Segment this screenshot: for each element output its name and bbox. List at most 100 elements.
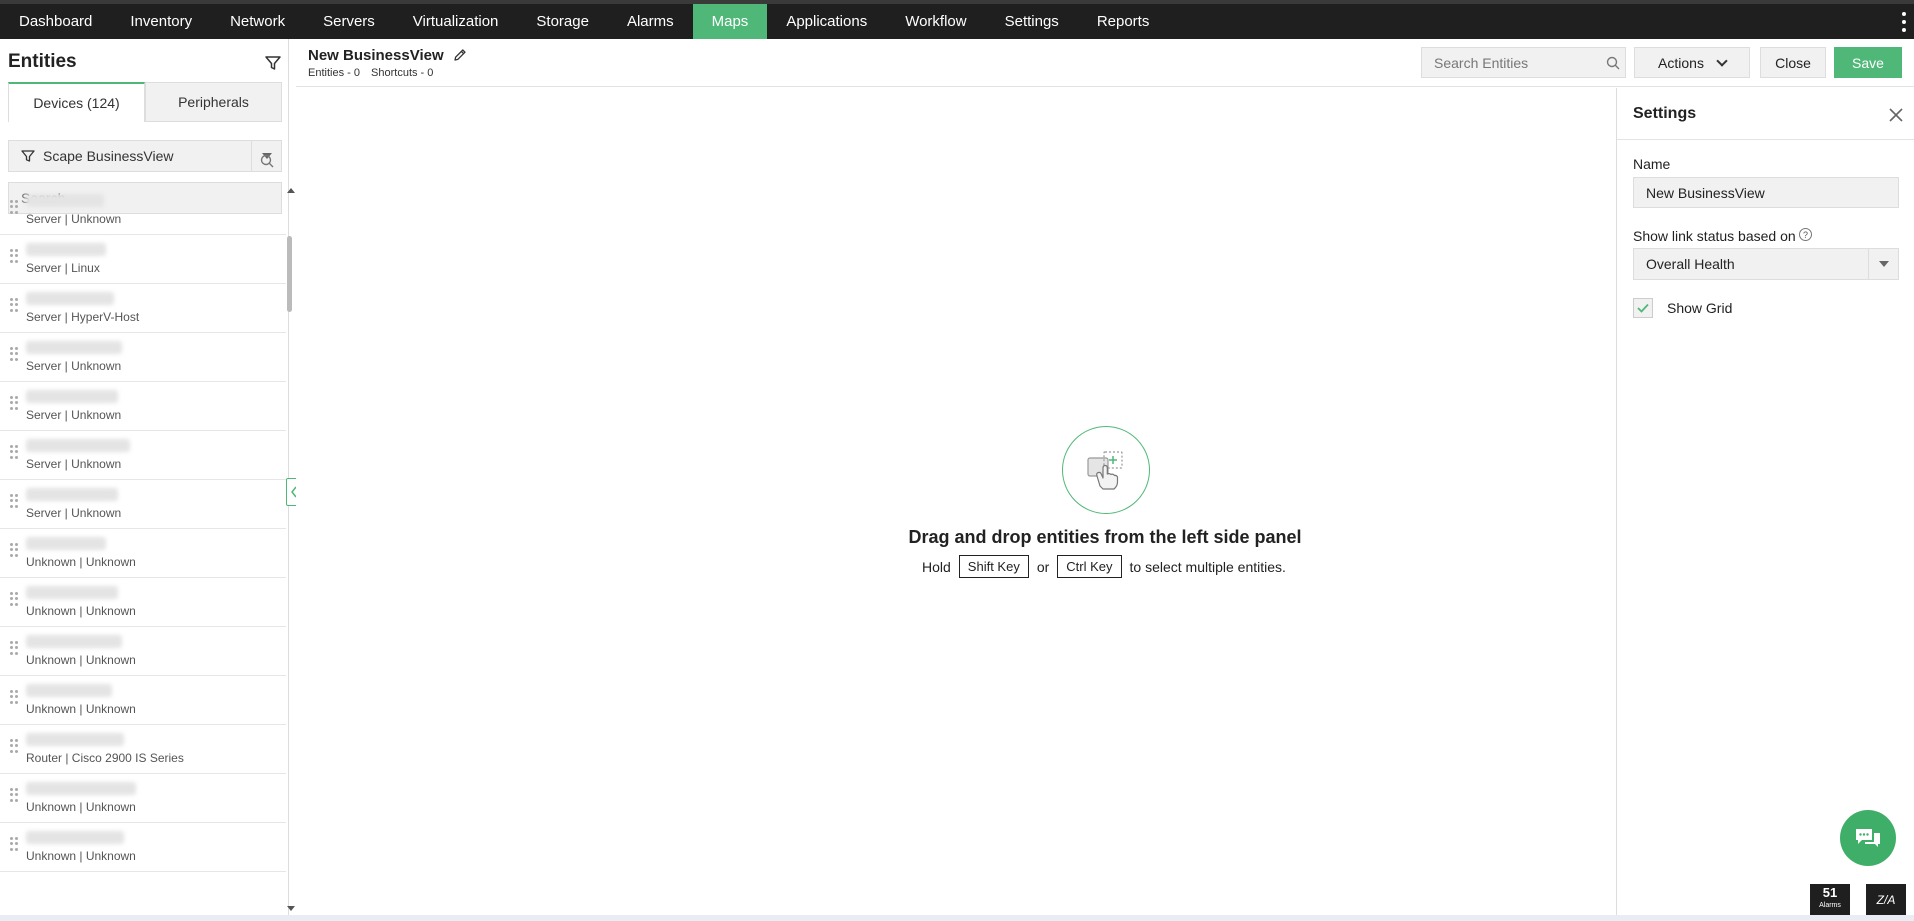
search-icon[interactable] — [260, 154, 274, 168]
entity-list-item[interactable]: Server | Unknown — [0, 431, 286, 480]
hint-tail: to select multiple entities. — [1129, 558, 1286, 575]
filter-icon — [21, 150, 35, 162]
entity-list-item[interactable]: Unknown | Unknown — [0, 774, 286, 823]
tab-peripherals[interactable]: Peripherals — [145, 82, 282, 122]
edit-icon[interactable] — [452, 47, 468, 63]
drag-handle-icon[interactable] — [10, 739, 18, 753]
drag-handle-icon[interactable] — [10, 641, 18, 655]
bottom-bar — [0, 915, 1914, 921]
businessview-header: New BusinessView Entities - 0 Shortcuts … — [296, 39, 1914, 87]
search-entities-input[interactable] — [1421, 47, 1626, 78]
scroll-down-icon[interactable] — [287, 906, 295, 911]
entity-list-item[interactable]: Unknown | Unknown — [0, 529, 286, 578]
name-label: Name — [1633, 156, 1671, 172]
drag-handle-icon[interactable] — [10, 249, 18, 263]
entity-name-redacted — [26, 586, 118, 599]
drag-handle-icon[interactable] — [10, 347, 18, 361]
nav-item-inventory[interactable]: Inventory — [111, 4, 211, 39]
close-icon[interactable] — [1887, 106, 1905, 124]
entity-name-redacted — [26, 733, 124, 746]
entity-list-item[interactable]: Server | HyperV-Host — [0, 284, 286, 333]
nav-item-alarms[interactable]: Alarms — [608, 4, 693, 39]
drag-handle-icon[interactable] — [10, 494, 18, 508]
businessview-name-input[interactable] — [1633, 177, 1899, 208]
settings-title: Settings — [1633, 105, 1697, 122]
entity-type-label: Server | Unknown — [26, 408, 122, 422]
chat-button[interactable] — [1840, 810, 1896, 866]
alarms-badge[interactable]: 51 Alarms — [1810, 884, 1850, 916]
nav-item-applications[interactable]: Applications — [767, 4, 886, 39]
hint-hold: Hold — [922, 558, 951, 575]
nav-item-reports[interactable]: Reports — [1078, 4, 1169, 39]
nav-item-storage[interactable]: Storage — [517, 4, 608, 39]
ctrl-key-badge: Ctrl Key — [1057, 555, 1122, 578]
nav-item-settings[interactable]: Settings — [986, 4, 1078, 39]
scope-select[interactable]: Scape BusinessView — [8, 140, 282, 172]
entity-list-item[interactable]: Unknown | Unknown — [0, 578, 286, 627]
tab-devices[interactable]: Devices (124) — [8, 82, 145, 122]
nav-item-dashboard[interactable]: Dashboard — [0, 4, 111, 39]
entity-type-label: Unknown | Unknown — [26, 702, 136, 716]
entity-list-item[interactable]: Unknown | Unknown — [0, 627, 286, 676]
entity-type-label: Router | Cisco 2900 IS Series — [26, 751, 184, 765]
entities-count: Entities - 0 — [308, 67, 360, 79]
entity-list-item[interactable]: Unknown | Unknown — [0, 676, 286, 725]
filter-icon[interactable] — [264, 54, 282, 72]
drag-handle-icon[interactable] — [10, 837, 18, 851]
entity-type-label: Server | Unknown — [26, 359, 122, 373]
search-icon[interactable] — [1606, 56, 1620, 70]
entity-list-item[interactable]: Server | Unknown — [0, 382, 286, 431]
drop-instruction-hint: Hold Shift Key or Ctrl Key to select mul… — [922, 555, 1286, 578]
drag-handle-icon[interactable] — [10, 788, 18, 802]
businessview-title: New BusinessView — [308, 47, 444, 64]
entity-name-redacted — [26, 684, 112, 697]
actions-button[interactable]: Actions — [1634, 47, 1750, 78]
scope-label: Scape BusinessView — [43, 148, 174, 164]
entity-type-label: Unknown | Unknown — [26, 653, 136, 667]
nav-item-network[interactable]: Network — [211, 4, 304, 39]
brand-logo[interactable]: Z/A — [1866, 884, 1906, 916]
drag-handle-icon[interactable] — [10, 690, 18, 704]
entity-list-item[interactable]: Server | Unknown — [0, 333, 286, 382]
save-button[interactable]: Save — [1834, 47, 1902, 78]
nav-item-workflow[interactable]: Workflow — [886, 4, 985, 39]
entity-list-item[interactable]: Server | Unknown — [0, 480, 286, 529]
close-button[interactable]: Close — [1760, 47, 1826, 78]
scroll-up-icon[interactable] — [287, 188, 295, 193]
chevron-down-icon — [1716, 54, 1728, 67]
drag-drop-illustration — [1062, 426, 1150, 514]
drag-handle-icon[interactable] — [10, 592, 18, 606]
entity-tabs: Devices (124) Peripherals — [8, 82, 282, 122]
nav-item-maps[interactable]: Maps — [692, 4, 768, 39]
entity-name-redacted — [26, 488, 118, 501]
businessview-canvas[interactable] — [296, 88, 1616, 921]
entity-list-item[interactable]: Server | Linux — [0, 235, 286, 284]
drop-instruction-title: Drag and drop entities from the left sid… — [908, 527, 1302, 547]
alarms-count: 51 — [1822, 885, 1838, 900]
top-navigation: Dashboard Inventory Network Servers Virtuali… — [0, 0, 1914, 39]
help-icon[interactable]: ? — [1799, 228, 1812, 241]
entity-list-item[interactable]: Unknown | Unknown — [0, 823, 286, 872]
drag-handle-icon[interactable] — [10, 396, 18, 410]
entity-name-redacted — [26, 194, 104, 207]
shortcuts-count: Shortcuts - 0 — [371, 67, 434, 79]
drag-hand-icon — [1087, 451, 1123, 490]
entity-type-label: Server | Linux — [26, 261, 100, 275]
entity-list: Server | Unknown Server | Linux Server | H… — [0, 186, 286, 882]
entity-type-label: Unknown | Unknown — [26, 604, 136, 618]
nav-item-servers[interactable]: Servers — [304, 4, 394, 39]
entity-list-item[interactable]: Server | Unknown — [0, 186, 286, 235]
drag-handle-icon[interactable] — [10, 543, 18, 557]
drag-handle-icon[interactable] — [10, 200, 18, 214]
entity-list-item[interactable]: Router | Cisco 2900 IS Series — [0, 725, 286, 774]
drag-handle-icon[interactable] — [10, 298, 18, 312]
drag-handle-icon[interactable] — [10, 445, 18, 459]
dropdown-arrow-icon[interactable] — [1868, 249, 1898, 279]
more-options-icon[interactable] — [1900, 12, 1908, 32]
scrollbar-thumb[interactable] — [287, 236, 292, 312]
entity-name-redacted — [26, 537, 106, 550]
link-status-select[interactable]: Overall Health — [1633, 248, 1899, 280]
show-grid-checkbox[interactable] — [1633, 298, 1653, 318]
nav-item-virtualization[interactable]: Virtualization — [394, 4, 518, 39]
hint-or: or — [1036, 558, 1050, 575]
